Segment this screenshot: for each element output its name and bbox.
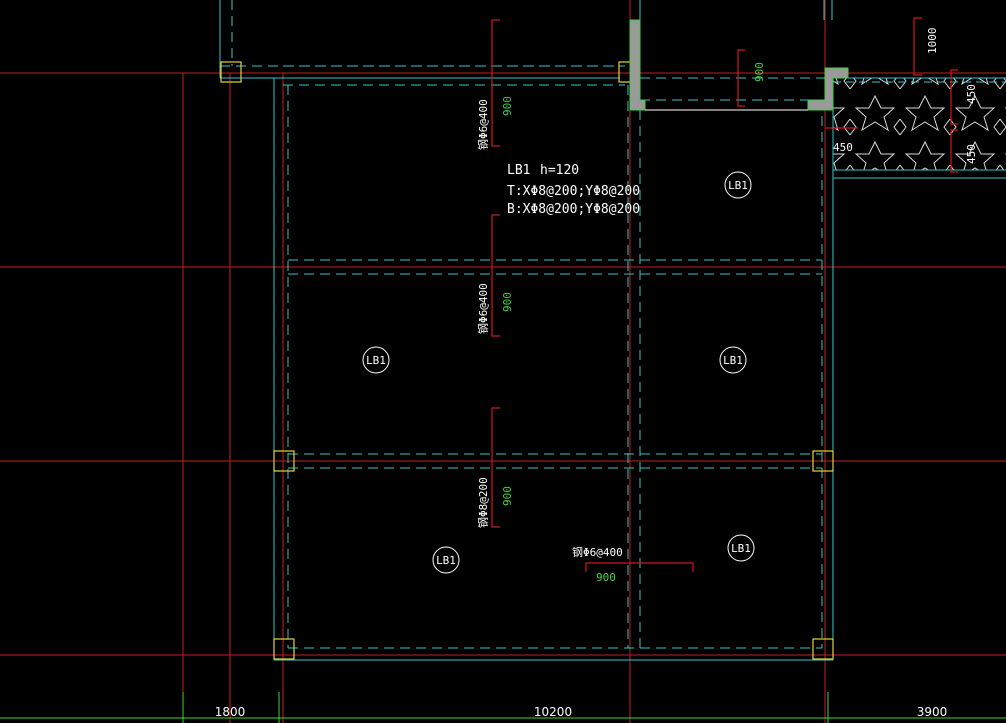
dim-label: 450 <box>965 144 978 164</box>
column-marker <box>220 61 242 83</box>
svg-text:LB1: LB1 <box>723 354 743 367</box>
svg-text:LB1: LB1 <box>731 542 751 555</box>
slab-note: LB1 h=120 T:XΦ8@200;YΦ8@200 B:XΦ8@200;YΦ… <box>507 163 640 217</box>
slab-note-thickness: h=120 <box>540 163 579 178</box>
svg-text:LB1: LB1 <box>728 179 748 192</box>
rebar-spec-label: 钢Φ8@200 <box>477 477 490 528</box>
dim-label: 3900 <box>917 705 948 719</box>
svg-text:LB1: LB1 <box>366 354 386 367</box>
dim-label: 1800 <box>215 705 246 719</box>
svg-text:LB1: LB1 <box>436 554 456 567</box>
dim-label: 450 <box>965 84 978 104</box>
walls <box>629 0 849 111</box>
slab-tag: LB1 <box>362 346 390 374</box>
rebar-length-label: 900 <box>501 292 514 312</box>
slab-tag: LB1 <box>432 546 460 574</box>
slab-note-name: LB1 <box>507 163 530 178</box>
bottom-dimension-line: 1800 10200 3900 <box>0 692 1006 723</box>
rebar-length-label: 900 <box>596 571 616 584</box>
slab-note-bottom-rebar: B:XΦ8@200;YΦ8@200 <box>507 202 640 217</box>
hatched-region <box>833 77 1006 179</box>
slab-tag: LB1 <box>724 171 752 199</box>
cad-plan-drawing: 钢Φ6@400 900 钢Φ6@400 900 钢Φ8@200 900 钢Φ6@… <box>0 0 1006 723</box>
rebar-length-label: 900 <box>501 96 514 116</box>
rebar-spec-label: 钢Φ6@400 <box>477 283 490 334</box>
slab-tags: LB1 LB1 LB1 LB1 LB1 <box>362 171 755 574</box>
slab-note-top-rebar: T:XΦ8@200;YΦ8@200 <box>507 184 640 199</box>
dim-label: 900 <box>753 62 766 82</box>
column-marker <box>273 638 295 660</box>
dim-label: 450 <box>833 141 853 154</box>
rebar-spec-label: 钢Φ6@400 <box>477 99 490 150</box>
rebar-spec-label: 钢Φ6@400 <box>572 546 623 559</box>
rebar-length-label: 900 <box>501 486 514 506</box>
column-marker <box>812 638 834 660</box>
slab-tag: LB1 <box>719 346 747 374</box>
rebar-bracket-top-right <box>913 17 922 76</box>
rebar-bracket <box>491 214 500 337</box>
dim-label: 10200 <box>534 705 572 719</box>
slab-tag: LB1 <box>727 534 755 562</box>
dim-label: 1000 <box>926 28 939 55</box>
rebar-bracket <box>491 19 500 147</box>
